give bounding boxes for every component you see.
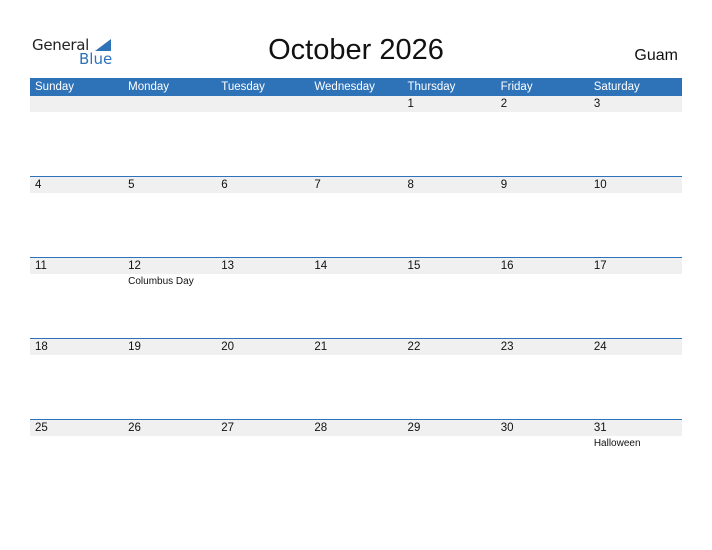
day-number: 10: [593, 179, 607, 191]
day-number: 15: [407, 260, 421, 272]
day-cell: 20: [216, 339, 309, 420]
day-number: 14: [314, 260, 328, 272]
day-cell: 31 Halloween: [589, 420, 682, 501]
day-number: 20: [221, 341, 235, 353]
day-cell: 17: [589, 258, 682, 339]
day-number: 17: [593, 260, 607, 272]
day-number: 25: [35, 422, 48, 434]
day-number: 18: [35, 341, 48, 353]
day-number: 6: [221, 179, 228, 191]
day-cell: [30, 96, 123, 177]
day-number: 11: [35, 260, 47, 272]
day-cell: 26: [123, 420, 216, 501]
day-cell: 28: [309, 420, 402, 501]
day-number: 7: [314, 179, 321, 191]
day-cell: 23: [496, 339, 589, 420]
day-cell: 30: [496, 420, 589, 501]
day-number: 16: [500, 260, 514, 272]
weekday-thursday: Thursday: [407, 81, 456, 93]
day-cell: 11: [30, 258, 123, 339]
day-number: 19: [128, 341, 141, 353]
day-number: 3: [593, 98, 601, 110]
holiday-label: Halloween: [593, 438, 641, 449]
day-cell: 29: [403, 420, 496, 501]
day-cell: 22: [403, 339, 496, 420]
day-cell: 27: [216, 420, 309, 501]
day-cell: 19: [123, 339, 216, 420]
day-cell: 1: [403, 96, 496, 177]
day-number: 24: [593, 341, 607, 353]
day-cell: 7: [309, 177, 402, 258]
day-number: 29: [407, 422, 421, 434]
day-number: 28: [314, 422, 328, 434]
day-cell: 13: [216, 258, 309, 339]
weekday-sunday: Sunday: [35, 81, 75, 93]
day-cell: 8: [403, 177, 496, 258]
day-cell: 10: [589, 177, 682, 258]
day-cell: 16: [496, 258, 589, 339]
week-row: 1 2 3: [30, 96, 682, 177]
day-number: 27: [221, 422, 235, 434]
day-number: 30: [500, 422, 514, 434]
weekday-saturday: Saturday: [593, 81, 640, 93]
day-cell: 5: [123, 177, 216, 258]
day-number: 8: [407, 179, 414, 191]
weekday-tuesday: Tuesday: [221, 81, 265, 93]
day-number: 22: [407, 341, 421, 353]
day-cell: 24: [589, 339, 682, 420]
week-row: 4 5 6 7 8 9 10: [30, 176, 682, 258]
page-title: October 2026: [268, 34, 444, 66]
day-number: 23: [500, 341, 514, 353]
region-label: Guam: [634, 47, 678, 64]
day-cell: 25: [30, 420, 123, 501]
week-row: 11 12 Columbus Day 13 14 15 16 17: [30, 257, 682, 339]
day-cell: 9: [496, 177, 589, 258]
day-number: 2: [500, 98, 508, 110]
weekday-friday: Friday: [500, 81, 533, 93]
holiday-label: Columbus Day: [128, 276, 194, 287]
weekday-monday: Monday: [128, 81, 170, 93]
week-row: 18 19 20 21 22 23 24: [30, 338, 682, 420]
day-number: 13: [221, 260, 235, 272]
day-cell: 6: [216, 177, 309, 258]
day-number: 12: [128, 260, 141, 272]
day-cell: 2: [496, 96, 589, 177]
weekday-header: Sunday Monday Tuesday Wednesday Thursday…: [30, 78, 682, 96]
day-number: 4: [35, 179, 42, 191]
day-number: 9: [500, 179, 508, 191]
day-number: 21: [314, 341, 328, 353]
day-cell: 12 Columbus Day: [123, 258, 216, 339]
day-cell: [123, 96, 216, 177]
day-cell: 15: [403, 258, 496, 339]
day-number: 26: [128, 422, 141, 434]
day-cell: 3: [589, 96, 682, 177]
day-cell: [309, 96, 402, 177]
day-number: 1: [407, 98, 414, 110]
day-cell: 4: [30, 177, 123, 258]
day-cell: 21: [309, 339, 402, 420]
weekday-wednesday: Wednesday: [314, 81, 375, 93]
day-number: 31: [593, 422, 607, 434]
day-number: 5: [128, 179, 135, 191]
day-cell: 18: [30, 339, 123, 420]
day-cell: 14: [309, 258, 402, 339]
day-cell: [216, 96, 309, 177]
week-row: 25 26 27 28 29 30 31 Halloween: [30, 419, 682, 501]
